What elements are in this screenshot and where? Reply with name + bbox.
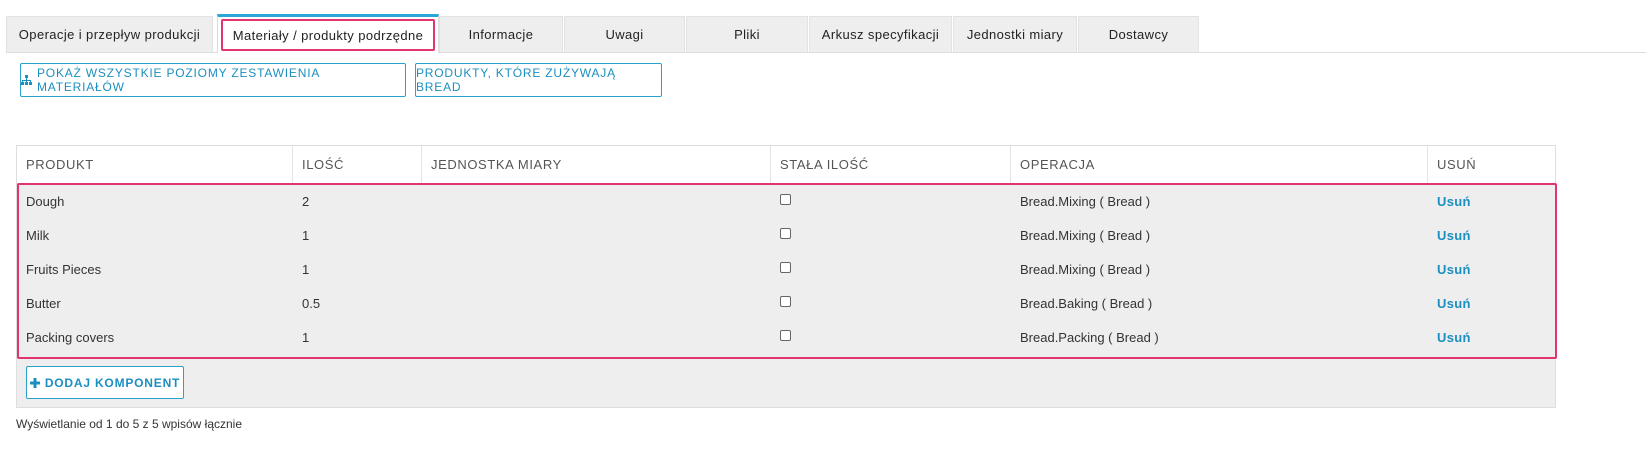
cell-unit[interactable] [422,184,771,218]
remove-link[interactable]: Usuń [1437,194,1471,209]
cell-fixed-qty [771,218,1011,252]
tab-label: Pliki [734,27,760,42]
cell-operation[interactable]: Bread.Packing ( Bread ) [1011,320,1428,354]
table-header: PRODUKT ILOŚĆ JEDNOSTKA MIARY STAŁA ILOŚ… [17,146,1555,184]
column-header-remove: USUŃ [1437,157,1477,172]
add-component-button[interactable]: DODAJ KOMPONENT [26,366,184,399]
tab-label: Jednostki miary [966,27,1064,42]
cell-operation[interactable]: Bread.Mixing ( Bread ) [1011,218,1428,252]
cell-remove: Usuń [1428,218,1555,252]
table-row: Butter 0.5 Bread.Baking ( Bread ) Usuń [17,286,1555,320]
cell-fixed-qty [771,286,1011,320]
show-all-bom-levels-button[interactable]: POKAŻ WSZYSTKIE POZIOMY ZESTAWIENIA MATE… [20,63,406,97]
cell-qty[interactable]: 1 [293,218,422,252]
cell-remove: Usuń [1428,320,1555,354]
tab-label: Operacje i przepływ produkcji [18,27,201,42]
cell-remove: Usuń [1428,286,1555,320]
cell-qty[interactable]: 2 [293,184,422,218]
column-header-qty[interactable]: ILOŚĆ [293,146,422,183]
fixed-qty-checkbox[interactable] [780,193,791,205]
plus-icon [29,377,40,388]
tab-bar: Operacje i przepływ produkcji Materiały … [6,14,1648,53]
fixed-qty-checkbox[interactable] [780,329,791,341]
cell-fixed-qty [771,320,1011,354]
components-table: PRODUKT ILOŚĆ JEDNOSTKA MIARY STAŁA ILOŚ… [16,145,1557,408]
cell-product: Milk [26,227,50,243]
cell-fixed-qty [771,184,1011,218]
button-label: PRODUKTY, KTÓRE ZUŻYWAJĄ BREAD [416,66,616,94]
cell-qty[interactable]: 1 [293,252,422,286]
fixed-qty-checkbox[interactable] [780,261,791,273]
cell-operation[interactable]: Bread.Mixing ( Bread ) [1011,252,1428,286]
table-row: Dough 2 Bread.Mixing ( Bread ) Usuń [17,184,1555,218]
remove-link[interactable]: Usuń [1437,296,1471,311]
cell-product: Packing covers [26,329,115,345]
tab-operations[interactable]: Operacje i przepływ produkcji [6,16,213,52]
cell-remove: Usuń [1428,252,1555,286]
products-using-button[interactable]: PRODUKTY, KTÓRE ZUŻYWAJĄ BREAD [415,63,662,97]
tab-information[interactable]: Informacje [439,16,563,52]
tab-notes[interactable]: Uwagi [564,16,685,52]
cell-qty[interactable]: 0.5 [293,286,422,320]
cell-product: Butter [26,295,61,311]
cell-qty[interactable]: 1 [293,320,422,354]
remove-link[interactable]: Usuń [1437,262,1471,277]
cell-product: Dough [26,193,65,209]
tab-spec-sheet[interactable]: Arkusz specyfikacji [809,16,952,52]
tab-label: Informacje [468,27,534,42]
cell-remove: Usuń [1428,184,1555,218]
tab-units[interactable]: Jednostki miary [953,16,1077,52]
sitemap-icon [21,75,32,85]
column-header-fixed-qty[interactable]: STAŁA ILOŚĆ [771,146,1011,183]
tab-files[interactable]: Pliki [686,16,808,52]
table-row: Packing covers 1 Bread.Packing ( Bread )… [17,320,1555,354]
tab-label: Arkusz specyfikacji [821,27,940,42]
table-row: Milk 1 Bread.Mixing ( Bread ) Usuń [17,218,1555,252]
tab-materials[interactable]: Materiały / produkty podrzędne [217,14,439,53]
remove-link[interactable]: Usuń [1437,228,1471,243]
column-header-operation[interactable]: OPERACJA [1011,146,1428,183]
cell-unit[interactable] [422,286,771,320]
tab-label: Dostawcy [1108,27,1169,42]
button-label: DODAJ KOMPONENT [44,375,181,390]
fixed-qty-checkbox[interactable] [780,227,791,239]
remove-link[interactable]: Usuń [1437,330,1471,345]
cell-fixed-qty [771,252,1011,286]
tab-label: Materiały / produkty podrzędne [232,27,424,43]
tab-label: Uwagi [605,27,644,42]
fixed-qty-checkbox[interactable] [780,295,791,307]
column-header-product[interactable]: PRODUKT [17,146,293,183]
cell-operation[interactable]: Bread.Baking ( Bread ) [1011,286,1428,320]
table-row: Fruits Pieces 1 Bread.Mixing ( Bread ) U… [17,252,1555,286]
column-header-unit[interactable]: JEDNOSTKA MIARY [422,146,771,183]
cell-unit[interactable] [422,252,771,286]
cell-operation[interactable]: Bread.Mixing ( Bread ) [1011,184,1428,218]
cell-unit[interactable] [422,320,771,354]
cell-unit[interactable] [422,218,771,252]
table-info-text: Wyświetlanie od 1 do 5 z 5 wpisów łączni… [16,417,243,431]
cell-product: Fruits Pieces [26,261,102,277]
tab-suppliers[interactable]: Dostawcy [1078,16,1199,52]
button-label: POKAŻ WSZYSTKIE POZIOMY ZESTAWIENIA MATE… [37,66,320,94]
